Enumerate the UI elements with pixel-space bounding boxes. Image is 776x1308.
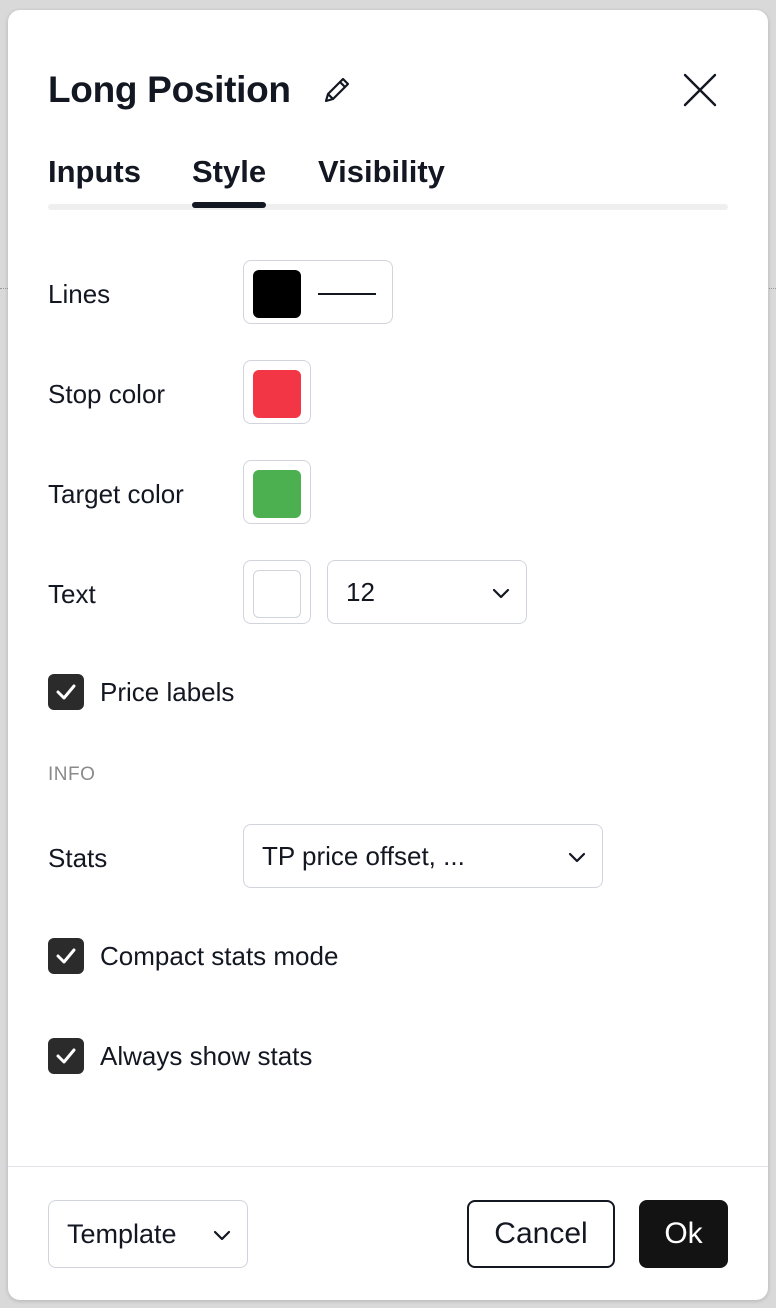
stop-color-label: Stop color: [48, 379, 166, 409]
close-icon[interactable]: [680, 70, 720, 110]
tab-style[interactable]: Style: [192, 152, 267, 208]
info-section-heading: INFO: [48, 764, 96, 785]
settings-dialog: Long Position Inputs Style Visibility Li…: [8, 10, 768, 1300]
stats-label: Stats: [48, 843, 108, 873]
tab-visibility[interactable]: Visibility: [318, 152, 445, 192]
dialog-title: Long Position: [48, 69, 291, 110]
cancel-button[interactable]: Cancel: [467, 1200, 615, 1268]
price-labels-checkbox[interactable]: [48, 674, 84, 710]
footer-divider: [8, 1166, 768, 1167]
template-dropdown[interactable]: Template: [48, 1200, 248, 1268]
checkmark-icon: [56, 684, 76, 700]
lines-style-picker[interactable]: [243, 260, 393, 324]
compact-stats-checkbox-row[interactable]: Compact stats mode: [48, 936, 548, 976]
always-show-stats-label: Always show stats: [100, 1041, 313, 1071]
target-color-label: Target color: [48, 479, 184, 509]
tab-inputs[interactable]: Inputs: [48, 152, 141, 192]
target-color-row: Target color: [48, 460, 728, 528]
stop-color-row: Stop color: [48, 360, 728, 428]
checkmark-icon: [56, 948, 76, 964]
price-labels-label: Price labels: [100, 677, 235, 707]
pencil-icon[interactable]: [317, 70, 357, 110]
stats-row: Stats TP price offset, ...: [48, 824, 728, 892]
font-size-value: 12: [346, 577, 375, 607]
compact-stats-label: Compact stats mode: [100, 941, 339, 971]
compact-stats-checkbox[interactable]: [48, 938, 84, 974]
stop-color-swatch: [253, 370, 301, 418]
stats-select-value: TP price offset, ...: [262, 841, 465, 871]
tab-track: [48, 204, 728, 210]
text-row: Text 12: [48, 560, 728, 628]
font-size-select[interactable]: 12: [327, 560, 527, 624]
chevron-down-icon: [492, 588, 510, 599]
chevron-down-icon: [568, 852, 586, 863]
text-label: Text: [48, 579, 96, 609]
lines-label: Lines: [48, 279, 111, 309]
stop-color-picker[interactable]: [243, 360, 311, 424]
lines-color-swatch: [253, 270, 301, 318]
price-labels-checkbox-row[interactable]: Price labels: [48, 672, 448, 712]
target-color-swatch: [253, 470, 301, 518]
tab-bar: Inputs Style Visibility: [48, 152, 728, 210]
dialog-header: Long Position: [48, 62, 728, 118]
stats-select[interactable]: TP price offset, ...: [243, 824, 603, 888]
target-color-picker[interactable]: [243, 460, 311, 524]
always-show-stats-checkbox[interactable]: [48, 1038, 84, 1074]
lines-row: Lines: [48, 260, 728, 328]
template-label: Template: [67, 1219, 177, 1249]
line-style-sample: [318, 293, 376, 295]
checkmark-icon: [56, 1048, 76, 1064]
chevron-down-icon: [213, 1230, 231, 1241]
always-show-stats-checkbox-row[interactable]: Always show stats: [48, 1036, 548, 1076]
ok-button[interactable]: Ok: [639, 1200, 728, 1268]
text-color-swatch: [253, 570, 301, 618]
text-color-picker[interactable]: [243, 560, 311, 624]
